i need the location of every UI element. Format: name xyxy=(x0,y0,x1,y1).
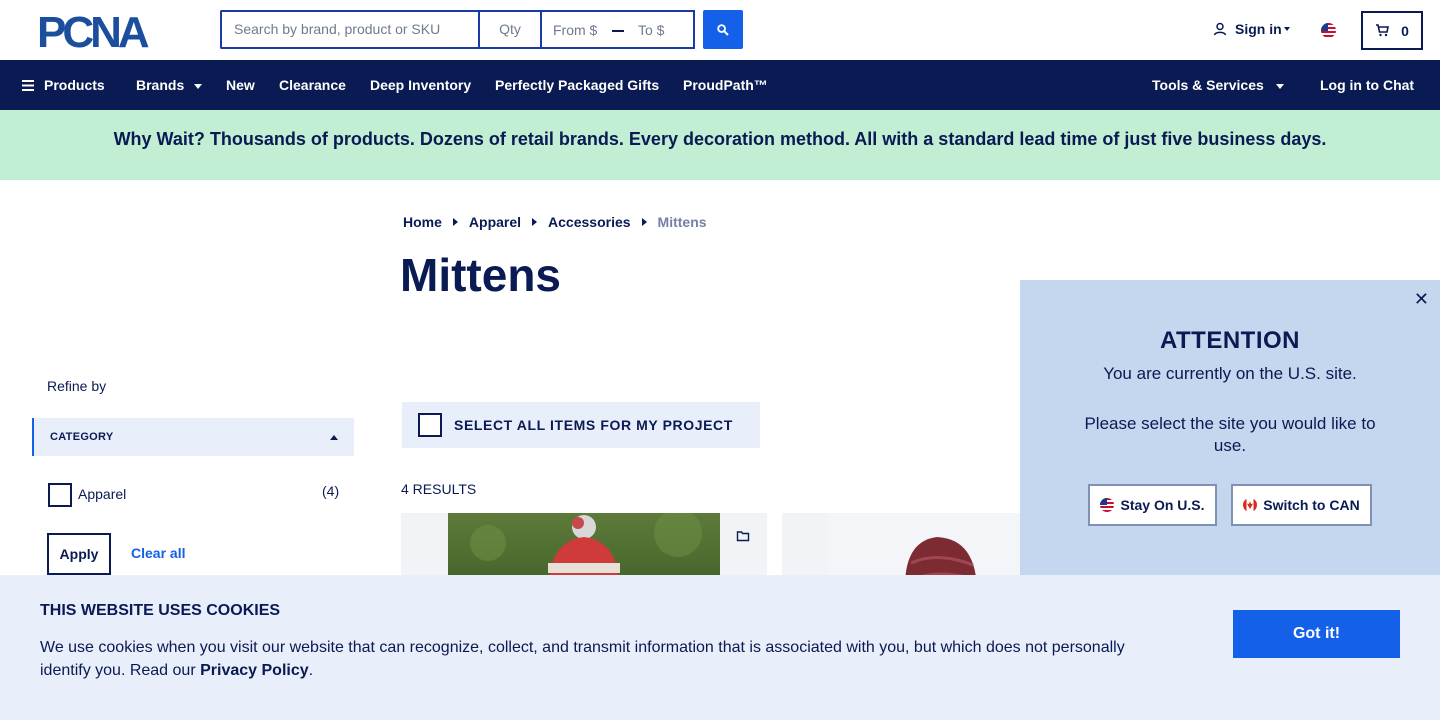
logo-text: PCNA xyxy=(37,11,149,51)
price-from-input[interactable]: From $ xyxy=(553,22,597,38)
qty-input[interactable]: Qty xyxy=(478,10,540,49)
cart-button[interactable]: 0 xyxy=(1361,11,1423,50)
breadcrumb-apparel[interactable]: Apparel xyxy=(469,214,521,230)
breadcrumb-home[interactable]: Home xyxy=(403,214,442,230)
search-input[interactable]: Search by brand, product or SKU xyxy=(220,10,478,49)
nav-chat[interactable]: Log in to Chat xyxy=(1320,77,1414,93)
nav-brands[interactable]: Brands xyxy=(136,77,203,93)
cart-icon xyxy=(1376,24,1390,37)
cart-count: 0 xyxy=(1401,22,1409,39)
caret-right-icon xyxy=(532,218,538,226)
canada-flag-icon xyxy=(1243,498,1258,512)
select-all-bar[interactable]: SELECT ALL ITEMS FOR MY PROJECT xyxy=(402,402,760,448)
search-placeholder: Search by brand, product or SKU xyxy=(234,21,441,37)
nav-products[interactable]: Products xyxy=(22,77,105,93)
sign-in-button[interactable]: Sign in xyxy=(1213,21,1290,37)
nav-deep-inventory[interactable]: Deep Inventory xyxy=(370,77,471,93)
price-range: From $ To $ xyxy=(540,10,695,49)
apply-button[interactable]: Apply xyxy=(47,533,111,575)
select-all-checkbox[interactable] xyxy=(418,413,442,437)
caret-right-icon xyxy=(452,218,458,226)
close-icon[interactable]: ✕ xyxy=(1414,289,1429,310)
caret-right-icon xyxy=(641,218,647,226)
breadcrumb: Home Apparel Accessories Mittens xyxy=(403,214,707,230)
nav-proudpath[interactable]: ProudPath™ xyxy=(683,77,768,93)
qty-placeholder: Qty xyxy=(499,21,521,37)
cookie-text-end: . xyxy=(308,662,314,679)
attention-current-site: You are currently on the U.S. site. xyxy=(1103,364,1357,383)
menu-icon xyxy=(22,80,34,91)
clear-all-link[interactable]: Clear all xyxy=(131,545,185,561)
folder-icon[interactable] xyxy=(736,529,750,543)
promo-text: Why Wait? Thousands of products. Dozens … xyxy=(113,129,1327,149)
attention-title: ATTENTION xyxy=(1159,327,1301,354)
nav-new[interactable]: New xyxy=(226,77,255,93)
sign-in-label: Sign in xyxy=(1235,21,1282,37)
category-filter-header[interactable]: CATEGORY xyxy=(32,418,354,456)
attention-prompt: Please select the site you would like to… xyxy=(1084,414,1376,455)
apparel-filter-count: (4) xyxy=(322,483,340,499)
page-title: Mittens xyxy=(400,249,561,301)
price-dash xyxy=(612,30,624,32)
nav-clearance[interactable]: Clearance xyxy=(279,77,346,93)
top-header: PCNA Search by brand, product or SKU Qty… xyxy=(0,0,1440,60)
main-nav: Products Brands New Clearance Deep Inven… xyxy=(0,60,1440,110)
cookie-title: THIS WEBSITE USES COOKIES xyxy=(40,602,281,619)
price-to-input[interactable]: To $ xyxy=(638,22,664,38)
caret-up-icon xyxy=(330,435,338,440)
cookie-text-block: We use cookies when you visit our websit… xyxy=(40,636,1150,682)
refine-label: Refine by xyxy=(47,378,107,394)
user-icon xyxy=(1213,22,1227,36)
nav-products-label: Products xyxy=(44,77,105,93)
results-count: 4 RESULTS xyxy=(401,481,477,497)
privacy-policy-link[interactable]: Privacy Policy xyxy=(200,662,309,679)
search-button[interactable] xyxy=(703,10,743,49)
search-icon xyxy=(717,23,729,36)
us-flag-icon xyxy=(1100,498,1115,512)
cookie-banner: THIS WEBSITE USES COOKIES We use cookies… xyxy=(0,575,1440,720)
stay-us-label: Stay On U.S. xyxy=(1120,497,1205,513)
nav-tools-label: Tools & Services xyxy=(1152,77,1264,93)
caret-down-icon xyxy=(194,83,203,89)
breadcrumb-current: Mittens xyxy=(657,214,707,230)
got-it-button[interactable]: Got it! xyxy=(1233,610,1400,658)
stay-us-button[interactable]: Stay On U.S. xyxy=(1088,484,1217,526)
category-label: CATEGORY xyxy=(50,431,114,443)
caret-down-icon xyxy=(1275,83,1284,89)
breadcrumb-accessories[interactable]: Accessories xyxy=(548,214,631,230)
pcna-logo[interactable]: PCNA xyxy=(37,11,183,51)
us-flag-icon[interactable] xyxy=(1321,23,1336,38)
nav-brands-label: Brands xyxy=(136,77,185,93)
switch-can-button[interactable]: Switch to CAN xyxy=(1231,484,1372,526)
switch-can-label: Switch to CAN xyxy=(1263,497,1360,513)
apparel-filter-label[interactable]: Apparel xyxy=(78,486,126,502)
select-all-label: SELECT ALL ITEMS FOR MY PROJECT xyxy=(454,417,733,433)
nav-tools[interactable]: Tools & Services xyxy=(1152,77,1284,93)
promo-banner: Why Wait? Thousands of products. Dozens … xyxy=(0,110,1440,180)
nav-gifts[interactable]: Perfectly Packaged Gifts xyxy=(495,77,659,93)
apparel-checkbox[interactable] xyxy=(48,483,72,507)
caret-down-icon xyxy=(1283,27,1290,31)
site-selector-panel: ✕ ATTENTION You are currently on the U.S… xyxy=(1020,280,1440,580)
